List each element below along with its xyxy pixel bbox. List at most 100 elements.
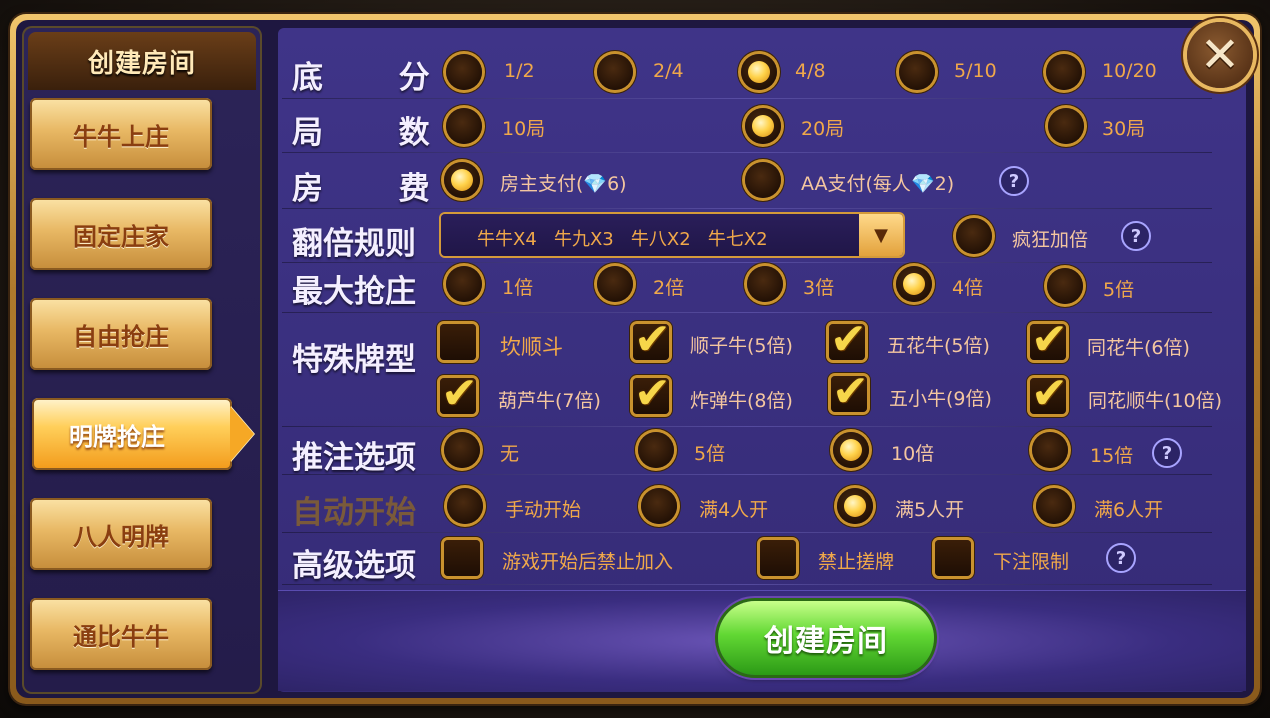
rounds-option: 30局 xyxy=(1102,118,1146,140)
max-grab-option: 5倍 xyxy=(1103,279,1135,301)
max-grab-radio-2[interactable] xyxy=(597,266,633,302)
max-grab-option: 4倍 xyxy=(952,277,984,299)
row-divider xyxy=(282,152,1212,153)
mode-button-free-grab[interactable]: 自由抢庄 xyxy=(30,298,212,370)
room-fee-aa-option: AA支付(每人💎2) xyxy=(801,173,955,195)
room-fee-label: 房 费 xyxy=(292,171,448,207)
rounds-label: 局 数 xyxy=(292,115,448,151)
special-hands-label: 特殊牌型 xyxy=(292,342,416,378)
row-divider xyxy=(282,98,1212,99)
push-bet-radio-5[interactable] xyxy=(638,432,674,468)
base-score-option: 5/10 xyxy=(954,60,997,82)
push-bet-radio-none[interactable] xyxy=(444,432,480,468)
base-score-radio-1[interactable] xyxy=(446,54,482,90)
diamond-icon: 💎 xyxy=(910,173,935,195)
push-bet-option: 无 xyxy=(500,443,520,465)
special-hand-checkbox-1[interactable] xyxy=(440,324,476,360)
max-grab-radio-5[interactable] xyxy=(1047,268,1083,304)
room-fee-help-icon[interactable]: ? xyxy=(999,166,1029,196)
max-grab-option: 2倍 xyxy=(653,277,685,299)
rounds-radio-30[interactable] xyxy=(1048,108,1084,144)
special-hand-checkbox-6[interactable] xyxy=(633,368,671,419)
special-hand-option: 同花顺牛(10倍) xyxy=(1088,390,1223,412)
special-hand-option: 炸弹牛(8倍) xyxy=(690,390,793,412)
special-hand-checkbox-8[interactable] xyxy=(1030,368,1068,419)
mode-button-tongbi[interactable]: 通比牛牛 xyxy=(30,598,212,670)
special-hand-checkbox-2[interactable] xyxy=(633,314,671,365)
auto-start-radio-5[interactable] xyxy=(837,488,873,524)
multiplier-rule-dropdown[interactable]: 牛牛X4 牛九X3 牛八X2 牛七X2 ▼ xyxy=(441,214,903,256)
mode-button-eight-player[interactable]: 八人明牌 xyxy=(30,498,212,570)
base-score-radio-3[interactable] xyxy=(741,54,777,90)
push-bet-option: 15倍 xyxy=(1090,445,1134,467)
base-score-option: 1/2 xyxy=(504,60,535,82)
max-grab-label: 最大抢庄 xyxy=(292,274,416,310)
max-grab-radio-4[interactable] xyxy=(896,266,932,302)
advanced-options-label: 高级选项 xyxy=(292,548,416,584)
row-divider xyxy=(282,426,1212,427)
special-hand-option: 五花牛(5倍) xyxy=(887,335,990,357)
auto-start-radio-4[interactable] xyxy=(641,488,677,524)
base-score-radio-5[interactable] xyxy=(1046,54,1082,90)
create-room-button[interactable]: 创建房间 xyxy=(718,601,934,675)
max-grab-radio-3[interactable] xyxy=(747,266,783,302)
base-score-option: 4/8 xyxy=(795,60,826,82)
auto-start-option: 手动开始 xyxy=(505,499,582,521)
advanced-checkbox-no-squeeze[interactable] xyxy=(760,540,796,576)
mode-button-niuniu-banker[interactable]: 牛牛上庄 xyxy=(30,98,212,170)
push-bet-label: 推注选项 xyxy=(292,440,416,476)
push-bet-option: 5倍 xyxy=(694,443,726,465)
room-fee-owner-option: 房主支付(💎6) xyxy=(500,173,627,195)
special-hand-checkbox-5[interactable] xyxy=(440,368,478,419)
chevron-down-icon[interactable]: ▼ xyxy=(859,214,903,256)
diamond-icon: 💎 xyxy=(583,173,608,195)
room-fee-radio-aa[interactable] xyxy=(745,162,781,198)
advanced-option: 游戏开始后禁止加入 xyxy=(502,551,674,573)
auto-start-option: 满5人开 xyxy=(895,499,965,521)
special-hand-option: 顺子牛(5倍) xyxy=(690,335,793,357)
push-bet-option: 10倍 xyxy=(891,443,935,465)
base-score-radio-2[interactable] xyxy=(597,54,633,90)
max-grab-option: 3倍 xyxy=(803,277,835,299)
special-hand-checkbox-3[interactable] xyxy=(829,314,867,365)
advanced-checkbox-no-join[interactable] xyxy=(444,540,480,576)
dropdown-value: 牛牛X4 牛九X3 牛八X2 牛七X2 xyxy=(477,229,768,250)
auto-start-radio-6[interactable] xyxy=(1036,488,1072,524)
crazy-double-radio[interactable] xyxy=(956,218,992,254)
auto-start-radio-manual[interactable] xyxy=(447,488,483,524)
mode-button-fixed-banker[interactable]: 固定庄家 xyxy=(30,198,212,270)
push-bet-help-icon[interactable]: ? xyxy=(1152,438,1182,468)
push-bet-radio-15[interactable] xyxy=(1032,432,1068,468)
close-icon[interactable]: ✕ xyxy=(1187,22,1253,88)
room-fee-radio-owner[interactable] xyxy=(444,162,480,198)
row-divider xyxy=(282,532,1212,533)
base-score-label: 底 分 xyxy=(292,60,448,96)
advanced-option: 下注限制 xyxy=(993,551,1070,573)
advanced-option: 禁止搓牌 xyxy=(818,551,895,573)
auto-start-option: 满4人开 xyxy=(699,499,769,521)
rounds-option: 20局 xyxy=(801,118,845,140)
rounds-radio-20[interactable] xyxy=(745,108,781,144)
special-hand-option: 五小牛(9倍) xyxy=(889,388,992,410)
base-score-radio-4[interactable] xyxy=(899,54,935,90)
sidebar-title: 创建房间 xyxy=(28,32,256,90)
multiplier-rule-label: 翻倍规则 xyxy=(292,226,416,262)
advanced-checkbox-bet-limit[interactable] xyxy=(935,540,971,576)
rounds-radio-10[interactable] xyxy=(446,108,482,144)
auto-start-label: 自动开始 xyxy=(292,495,416,531)
push-bet-radio-10[interactable] xyxy=(833,432,869,468)
special-hand-checkbox-4[interactable] xyxy=(1030,314,1068,365)
active-arrow-icon xyxy=(230,406,254,462)
advanced-help-icon[interactable]: ? xyxy=(1106,543,1136,573)
row-divider xyxy=(282,312,1212,313)
row-divider xyxy=(282,208,1212,209)
crazy-double-help-icon[interactable]: ? xyxy=(1121,221,1151,251)
special-hand-checkbox-7[interactable] xyxy=(831,366,869,417)
auto-start-option: 满6人开 xyxy=(1094,499,1164,521)
mode-button-label: 明牌抢庄 xyxy=(69,422,165,451)
max-grab-option: 1倍 xyxy=(502,277,534,299)
mode-button-open-card-grab[interactable]: 明牌抢庄 xyxy=(32,398,254,470)
base-score-option: 2/4 xyxy=(653,60,684,82)
max-grab-radio-1[interactable] xyxy=(446,266,482,302)
special-hand-option: 同花牛(6倍) xyxy=(1087,337,1190,359)
